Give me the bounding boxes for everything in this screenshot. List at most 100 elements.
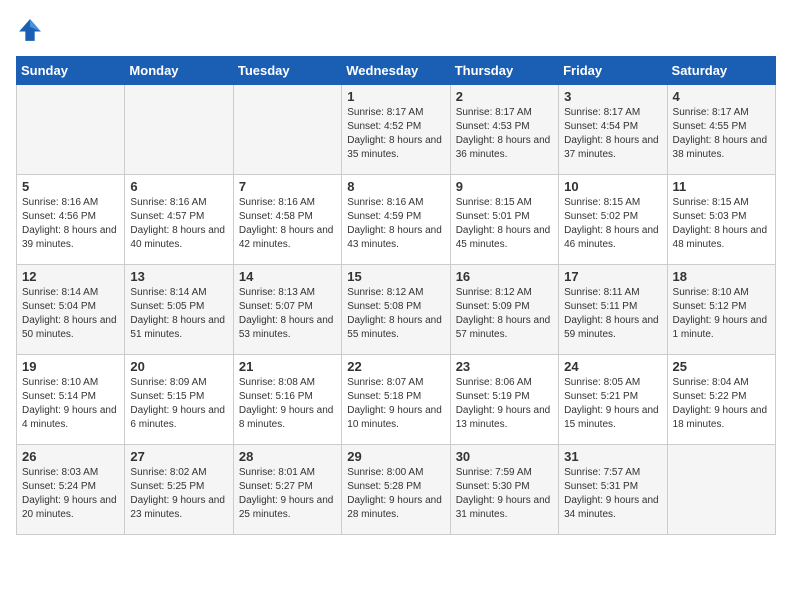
weekday-header-wednesday: Wednesday bbox=[342, 57, 450, 85]
calendar-cell: 6Sunrise: 8:16 AMSunset: 4:57 PMDaylight… bbox=[125, 175, 233, 265]
day-info: Sunrise: 8:17 AMSunset: 4:52 PMDaylight:… bbox=[347, 106, 444, 162]
day-info: Sunrise: 8:17 AMSunset: 4:53 PMDaylight:… bbox=[456, 106, 553, 162]
calendar-cell bbox=[17, 85, 125, 175]
day-info: Sunrise: 8:03 AMSunset: 5:24 PMDaylight:… bbox=[22, 466, 119, 522]
calendar-cell: 7Sunrise: 8:16 AMSunset: 4:58 PMDaylight… bbox=[233, 175, 341, 265]
day-number: 6 bbox=[130, 179, 227, 194]
day-number: 24 bbox=[564, 359, 661, 374]
day-number: 30 bbox=[456, 449, 553, 464]
calendar-cell: 28 Sunrise: 8:01 AMSunset: 5:27 PMDayligh… bbox=[233, 445, 341, 535]
day-number: 12 bbox=[22, 269, 119, 284]
day-info: Sunrise: 8:15 AMSunset: 5:02 PMDaylight:… bbox=[564, 196, 661, 252]
day-number: 27 bbox=[130, 449, 227, 464]
day-number: 22 bbox=[347, 359, 444, 374]
day-info: Sunrise: 8:12 AMSunset: 5:08 PMDaylight:… bbox=[347, 286, 444, 342]
day-number: 3 bbox=[564, 89, 661, 104]
calendar-cell: 29Sunrise: 8:00 AMSunset: 5:28 PMDayligh… bbox=[342, 445, 450, 535]
day-info: Sunrise: 8:04 AMSunset: 5:22 PMDaylight:… bbox=[673, 376, 770, 432]
weekday-header-tuesday: Tuesday bbox=[233, 57, 341, 85]
calendar-cell: 24Sunrise: 8:05 AMSunset: 5:21 PMDayligh… bbox=[559, 355, 667, 445]
day-number: 15 bbox=[347, 269, 444, 284]
weekday-header-thursday: Thursday bbox=[450, 57, 558, 85]
day-info: Sunrise: 8:14 AMSunset: 5:04 PMDaylight:… bbox=[22, 286, 119, 342]
day-info: Sunrise: 8:16 AMSunset: 4:56 PMDaylight:… bbox=[22, 196, 119, 252]
day-number: 13 bbox=[130, 269, 227, 284]
day-info: Sunrise: 8:17 AMSunset: 4:54 PMDaylight:… bbox=[564, 106, 661, 162]
calendar-cell: 11 Sunrise: 8:15 AMSunset: 5:03 PMDayligh… bbox=[667, 175, 775, 265]
calendar-cell: 16Sunrise: 8:12 AMSunset: 5:09 PMDayligh… bbox=[450, 265, 558, 355]
calendar-week-row: 5 Sunrise: 8:16 AMSunset: 4:56 PMDaylight… bbox=[17, 175, 776, 265]
day-number: 28 bbox=[239, 449, 336, 464]
calendar-cell: 18 Sunrise: 8:10 AMSunset: 5:12 PMDayligh… bbox=[667, 265, 775, 355]
day-number: 31 bbox=[564, 449, 661, 464]
calendar-cell: 21 Sunrise: 8:08 AMSunset: 5:16 PMDayligh… bbox=[233, 355, 341, 445]
page-header bbox=[16, 16, 776, 44]
day-info: Sunrise: 8:11 AMSunset: 5:11 PMDaylight:… bbox=[564, 286, 661, 342]
day-number: 11 bbox=[673, 179, 770, 194]
calendar-cell: 17Sunrise: 8:11 AMSunset: 5:11 PMDayligh… bbox=[559, 265, 667, 355]
calendar-cell: 2 Sunrise: 8:17 AMSunset: 4:53 PMDaylight… bbox=[450, 85, 558, 175]
calendar-cell: 26 Sunrise: 8:03 AMSunset: 5:24 PMDayligh… bbox=[17, 445, 125, 535]
day-info: Sunrise: 7:59 AMSunset: 5:30 PMDaylight:… bbox=[456, 466, 553, 522]
day-info: Sunrise: 8:15 AMSunset: 5:03 PMDaylight:… bbox=[673, 196, 770, 252]
calendar-cell: 23 Sunrise: 8:06 AMSunset: 5:19 PMDayligh… bbox=[450, 355, 558, 445]
calendar-cell: 1 Sunrise: 8:17 AMSunset: 4:52 PMDaylight… bbox=[342, 85, 450, 175]
weekday-header-sunday: Sunday bbox=[17, 57, 125, 85]
logo bbox=[16, 16, 48, 44]
day-number: 16 bbox=[456, 269, 553, 284]
calendar-cell: 5 Sunrise: 8:16 AMSunset: 4:56 PMDaylight… bbox=[17, 175, 125, 265]
calendar-cell: 12 Sunrise: 8:14 AMSunset: 5:04 PMDayligh… bbox=[17, 265, 125, 355]
weekday-header-monday: Monday bbox=[125, 57, 233, 85]
calendar-cell: 19 Sunrise: 8:10 AMSunset: 5:14 PMDayligh… bbox=[17, 355, 125, 445]
day-number: 5 bbox=[22, 179, 119, 194]
calendar-cell: 14 Sunrise: 8:13 AMSunset: 5:07 PMDayligh… bbox=[233, 265, 341, 355]
day-number: 9 bbox=[456, 179, 553, 194]
day-info: Sunrise: 8:00 AMSunset: 5:28 PMDaylight:… bbox=[347, 466, 444, 522]
day-info: Sunrise: 8:14 AMSunset: 5:05 PMDaylight:… bbox=[130, 286, 227, 342]
calendar-cell: 8Sunrise: 8:16 AMSunset: 4:59 PMDaylight… bbox=[342, 175, 450, 265]
calendar-cell: 20 Sunrise: 8:09 AMSunset: 5:15 PMDayligh… bbox=[125, 355, 233, 445]
calendar-cell: 3 Sunrise: 8:17 AMSunset: 4:54 PMDaylight… bbox=[559, 85, 667, 175]
day-info: Sunrise: 8:08 AMSunset: 5:16 PMDaylight:… bbox=[239, 376, 336, 432]
calendar-cell: 4Sunrise: 8:17 AMSunset: 4:55 PMDaylight… bbox=[667, 85, 775, 175]
day-number: 1 bbox=[347, 89, 444, 104]
calendar-cell: 30 Sunrise: 7:59 AMSunset: 5:30 PMDayligh… bbox=[450, 445, 558, 535]
calendar-cell: 10 Sunrise: 8:15 AMSunset: 5:02 PMDayligh… bbox=[559, 175, 667, 265]
day-number: 2 bbox=[456, 89, 553, 104]
calendar-week-row: 26 Sunrise: 8:03 AMSunset: 5:24 PMDayligh… bbox=[17, 445, 776, 535]
calendar-table: SundayMondayTuesdayWednesdayThursdayFrid… bbox=[16, 56, 776, 535]
day-info: Sunrise: 8:01 AMSunset: 5:27 PMDaylight:… bbox=[239, 466, 336, 522]
calendar-cell: 25 Sunrise: 8:04 AMSunset: 5:22 PMDayligh… bbox=[667, 355, 775, 445]
day-number: 26 bbox=[22, 449, 119, 464]
day-number: 4 bbox=[673, 89, 770, 104]
day-number: 19 bbox=[22, 359, 119, 374]
calendar-cell bbox=[233, 85, 341, 175]
day-info: Sunrise: 8:10 AMSunset: 5:14 PMDaylight:… bbox=[22, 376, 119, 432]
day-number: 21 bbox=[239, 359, 336, 374]
day-info: Sunrise: 8:06 AMSunset: 5:19 PMDaylight:… bbox=[456, 376, 553, 432]
day-number: 7 bbox=[239, 179, 336, 194]
weekday-header-row: SundayMondayTuesdayWednesdayThursdayFrid… bbox=[17, 57, 776, 85]
calendar-week-row: 12 Sunrise: 8:14 AMSunset: 5:04 PMDayligh… bbox=[17, 265, 776, 355]
calendar-cell: 9 Sunrise: 8:15 AMSunset: 5:01 PMDaylight… bbox=[450, 175, 558, 265]
calendar-cell bbox=[125, 85, 233, 175]
weekday-header-friday: Friday bbox=[559, 57, 667, 85]
calendar-cell: 15 Sunrise: 8:12 AMSunset: 5:08 PMDayligh… bbox=[342, 265, 450, 355]
calendar-cell: 27 Sunrise: 8:02 AMSunset: 5:25 PMDayligh… bbox=[125, 445, 233, 535]
day-info: Sunrise: 8:02 AMSunset: 5:25 PMDaylight:… bbox=[130, 466, 227, 522]
day-number: 20 bbox=[130, 359, 227, 374]
day-info: Sunrise: 8:10 AMSunset: 5:12 PMDaylight:… bbox=[673, 286, 770, 342]
day-info: Sunrise: 8:07 AMSunset: 5:18 PMDaylight:… bbox=[347, 376, 444, 432]
day-number: 25 bbox=[673, 359, 770, 374]
day-number: 10 bbox=[564, 179, 661, 194]
calendar-cell bbox=[667, 445, 775, 535]
day-info: Sunrise: 8:09 AMSunset: 5:15 PMDaylight:… bbox=[130, 376, 227, 432]
calendar-week-row: 1 Sunrise: 8:17 AMSunset: 4:52 PMDaylight… bbox=[17, 85, 776, 175]
day-number: 14 bbox=[239, 269, 336, 284]
day-number: 23 bbox=[456, 359, 553, 374]
calendar-week-row: 19 Sunrise: 8:10 AMSunset: 5:14 PMDayligh… bbox=[17, 355, 776, 445]
day-info: Sunrise: 8:13 AMSunset: 5:07 PMDaylight:… bbox=[239, 286, 336, 342]
day-number: 18 bbox=[673, 269, 770, 284]
day-info: Sunrise: 8:15 AMSunset: 5:01 PMDaylight:… bbox=[456, 196, 553, 252]
calendar-cell: 31Sunrise: 7:57 AMSunset: 5:31 PMDayligh… bbox=[559, 445, 667, 535]
